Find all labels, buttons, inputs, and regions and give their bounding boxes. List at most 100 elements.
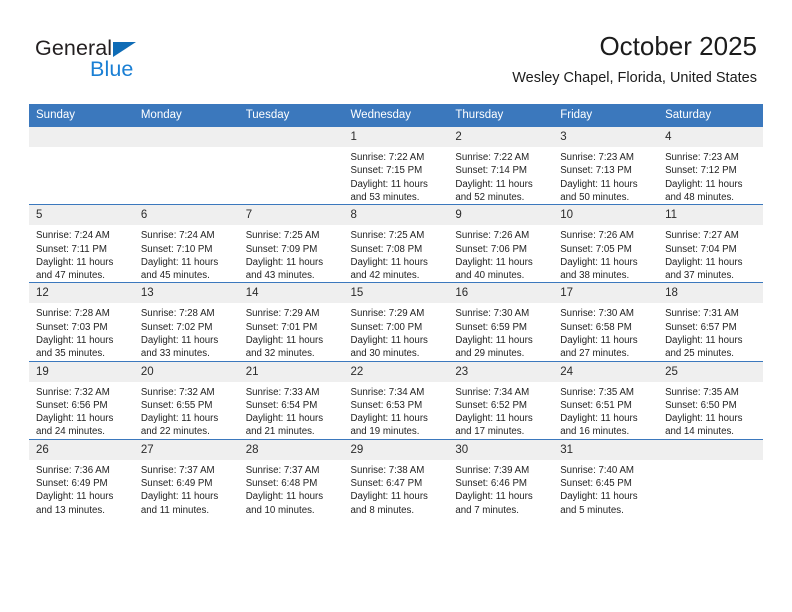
day-number: 19 xyxy=(29,361,134,382)
calendar-cell-empty xyxy=(29,127,134,205)
day-number: 23 xyxy=(448,361,554,382)
day-details: Sunrise: 7:28 AM Sunset: 7:02 PM Daylight:… xyxy=(134,303,239,360)
calendar-day-cell[interactable]: 7 Sunrise: 7:25 AM Sunset: 7:09 PM Daylight… xyxy=(238,204,344,283)
calendar-day-cell[interactable]: 18 Sunrise: 7:31 AM Sunset: 6:57 PM Dayligh… xyxy=(658,282,763,362)
detail-daylight1: Daylight: 11 hours xyxy=(245,335,324,346)
calendar-day-cell[interactable]: 27 Sunrise: 7:37 AM Sunset: 6:49 PM Dayligh… xyxy=(133,438,239,517)
calendar-day-cell[interactable]: 9 Sunrise: 7:26 AM Sunset: 7:06 PM Daylight… xyxy=(448,204,554,283)
calendar-day-cell[interactable]: 14 Sunrise: 7:29 AM Sunset: 7:01 PM Dayligh… xyxy=(238,282,344,362)
calendar-day-cell[interactable]: 22 Sunrise: 7:34 AM Sunset: 6:53 PM Dayligh… xyxy=(343,360,449,440)
detail-sunset: Sunset: 7:12 PM xyxy=(665,165,737,177)
detail-daylight1: Daylight: 11 hours xyxy=(455,413,533,425)
day-details: Sunrise: 7:40 AM Sunset: 6:45 PM Daylight:… xyxy=(553,460,658,517)
calendar-cell-empty xyxy=(238,127,344,205)
detail-daylight2: and 50 minutes. xyxy=(560,191,630,203)
detail-daylight1: Daylight: 11 hours xyxy=(455,491,533,503)
calendar-day-cell[interactable]: 26 Sunrise: 7:36 AM Sunset: 6:49 PM Dayligh… xyxy=(29,438,134,517)
day-details: Sunrise: 7:23 AM Sunset: 7:12 PM Daylight:… xyxy=(658,147,763,204)
day-number xyxy=(133,127,239,148)
calendar-day-cell[interactable]: 16 Sunrise: 7:30 AM Sunset: 6:59 PM Dayligh… xyxy=(448,282,554,362)
detail-daylight1: Daylight: 11 hours xyxy=(36,335,114,346)
calendar-day-cell[interactable]: 10 Sunrise: 7:26 AM Sunset: 7:05 PM Dayligh… xyxy=(553,204,659,283)
detail-sunset: Sunset: 6:58 PM xyxy=(560,321,632,333)
calendar-day-cell[interactable]: 15 Sunrise: 7:29 AM Sunset: 7:00 PM Dayligh… xyxy=(343,282,449,362)
detail-sunset: Sunset: 7:01 PM xyxy=(245,321,318,333)
detail-daylight1: Daylight: 11 hours xyxy=(455,256,533,268)
calendar-day-cell[interactable]: 1 Sunrise: 7:22 AM Sunset: 7:15 PM Daylight… xyxy=(343,127,449,205)
day-details: Sunrise: 7:39 AM Sunset: 6:46 PM Daylight:… xyxy=(448,460,553,517)
brand-logo[interactable]: General Blue xyxy=(35,37,255,88)
calendar-day-cell[interactable]: 21 Sunrise: 7:33 AM Sunset: 6:54 PM Dayligh… xyxy=(238,360,344,440)
calendar-day-cell[interactable]: 4 Sunrise: 7:23 AM Sunset: 7:12 PM Daylight… xyxy=(658,127,763,205)
calendar-day-cell[interactable]: 28 Sunrise: 7:37 AM Sunset: 6:48 PM Dayligh… xyxy=(238,438,344,517)
calendar-day-cell[interactable]: 11 Sunrise: 7:27 AM Sunset: 7:04 PM Dayligh… xyxy=(658,204,763,283)
detail-sunset: Sunset: 6:52 PM xyxy=(455,399,527,411)
calendar-day-cell[interactable]: 12 Sunrise: 7:28 AM Sunset: 7:03 PM Dayligh… xyxy=(29,282,134,362)
detail-sunset: Sunset: 7:10 PM xyxy=(140,243,213,255)
day-details: Sunrise: 7:28 AM Sunset: 7:03 PM Daylight:… xyxy=(29,303,134,360)
day-number: 8 xyxy=(343,205,449,226)
detail-sunset: Sunset: 6:46 PM xyxy=(455,478,527,490)
day-number: 3 xyxy=(553,127,659,148)
calendar-day-cell[interactable]: 8 Sunrise: 7:25 AM Sunset: 7:08 PM Daylight… xyxy=(343,204,449,283)
detail-sunrise: Sunrise: 7:22 AM xyxy=(350,152,425,164)
calendar-day-cell[interactable]: 3 Sunrise: 7:23 AM Sunset: 7:13 PM Daylight… xyxy=(553,127,659,205)
detail-daylight1: Daylight: 11 hours xyxy=(36,413,114,425)
calendar-day-cell[interactable]: 17 Sunrise: 7:30 AM Sunset: 6:58 PM Dayligh… xyxy=(553,282,659,362)
title-block: October 2025 Wesley Chapel, Florida, Uni… xyxy=(512,32,757,86)
calendar-day-cell[interactable]: 23 Sunrise: 7:34 AM Sunset: 6:52 PM Dayligh… xyxy=(448,360,554,440)
day-number: 2 xyxy=(448,127,554,148)
calendar-day-cell[interactable]: 30 Sunrise: 7:39 AM Sunset: 6:46 PM Dayligh… xyxy=(448,438,554,517)
detail-sunset: Sunset: 6:48 PM xyxy=(245,478,318,490)
detail-daylight1: Daylight: 11 hours xyxy=(455,335,533,346)
detail-daylight1: Daylight: 11 hours xyxy=(140,335,219,346)
weekday-header: Sunday Monday Tuesday Wednesday Thursday Frid… xyxy=(29,104,763,127)
day-details: Sunrise: 7:32 AM Sunset: 6:55 PM Daylight:… xyxy=(134,382,239,439)
detail-sunset: Sunset: 7:13 PM xyxy=(560,165,632,177)
detail-sunset: Sunset: 7:15 PM xyxy=(350,165,423,177)
weekday-header-friday: Friday xyxy=(553,104,659,127)
calendar-day-cell[interactable]: 13 Sunrise: 7:28 AM Sunset: 7:02 PM Dayligh… xyxy=(133,282,239,362)
detail-sunrise: Sunrise: 7:26 AM xyxy=(560,230,634,242)
calendar-day-cell[interactable]: 31 Sunrise: 7:40 AM Sunset: 6:45 PM Dayligh… xyxy=(553,438,659,517)
detail-daylight2: and 53 minutes. xyxy=(350,191,420,203)
detail-sunrise: Sunrise: 7:28 AM xyxy=(36,308,110,320)
detail-daylight1: Daylight: 11 hours xyxy=(560,256,638,268)
detail-sunset: Sunset: 7:06 PM xyxy=(455,243,527,255)
calendar-day-cell[interactable]: 25 Sunrise: 7:35 AM Sunset: 6:50 PM Dayligh… xyxy=(658,360,763,440)
detail-sunset: Sunset: 7:09 PM xyxy=(245,243,318,255)
day-number xyxy=(658,439,763,460)
calendar-header-row: Sunday Monday Tuesday Wednesday Thursday Frid… xyxy=(29,104,763,127)
day-number: 9 xyxy=(448,205,554,226)
calendar-day-cell[interactable]: 6 Sunrise: 7:24 AM Sunset: 7:10 PM Daylight… xyxy=(133,204,239,283)
detail-daylight1: Daylight: 11 hours xyxy=(350,491,428,503)
detail-daylight2: and 37 minutes. xyxy=(665,270,734,282)
detail-sunset: Sunset: 7:04 PM xyxy=(665,243,737,255)
detail-sunrise: Sunrise: 7:34 AM xyxy=(350,386,425,398)
calendar-day-cell[interactable]: 5 Sunrise: 7:24 AM Sunset: 7:11 PM Daylight… xyxy=(29,204,134,283)
day-details: Sunrise: 7:27 AM Sunset: 7:04 PM Daylight:… xyxy=(658,225,763,282)
detail-sunset: Sunset: 6:51 PM xyxy=(560,399,632,411)
detail-sunrise: Sunrise: 7:24 AM xyxy=(140,230,215,242)
detail-daylight2: and 21 minutes. xyxy=(245,426,315,438)
day-number: 4 xyxy=(658,127,763,148)
detail-daylight1: Daylight: 11 hours xyxy=(665,178,743,190)
calendar-day-cell[interactable]: 19 Sunrise: 7:32 AM Sunset: 6:56 PM Dayligh… xyxy=(29,360,134,440)
calendar-week-row: 26 Sunrise: 7:36 AM Sunset: 6:49 PM Dayligh… xyxy=(29,438,763,517)
calendar-day-cell[interactable]: 24 Sunrise: 7:35 AM Sunset: 6:51 PM Dayligh… xyxy=(553,360,659,440)
detail-sunrise: Sunrise: 7:22 AM xyxy=(455,152,530,164)
detail-sunrise: Sunrise: 7:23 AM xyxy=(665,152,739,164)
day-number: 17 xyxy=(553,283,659,304)
calendar-page: General Blue October 2025 Wesley Chapel,… xyxy=(0,0,792,612)
day-details: Sunrise: 7:22 AM Sunset: 7:15 PM Daylight:… xyxy=(344,147,449,204)
detail-daylight1: Daylight: 11 hours xyxy=(350,178,428,190)
calendar-day-cell[interactable]: 20 Sunrise: 7:32 AM Sunset: 6:55 PM Dayligh… xyxy=(133,360,239,440)
detail-sunrise: Sunrise: 7:27 AM xyxy=(665,230,739,242)
day-details: Sunrise: 7:29 AM Sunset: 7:01 PM Daylight:… xyxy=(239,303,344,360)
weekday-header-monday: Monday xyxy=(133,104,239,127)
calendar-day-cell[interactable]: 2 Sunrise: 7:22 AM Sunset: 7:14 PM Daylight… xyxy=(448,127,554,205)
detail-sunrise: Sunrise: 7:39 AM xyxy=(455,464,530,476)
day-number: 14 xyxy=(238,283,344,304)
detail-daylight2: and 22 minutes. xyxy=(140,426,210,438)
calendar-day-cell[interactable]: 29 Sunrise: 7:38 AM Sunset: 6:47 PM Dayligh… xyxy=(343,438,449,517)
